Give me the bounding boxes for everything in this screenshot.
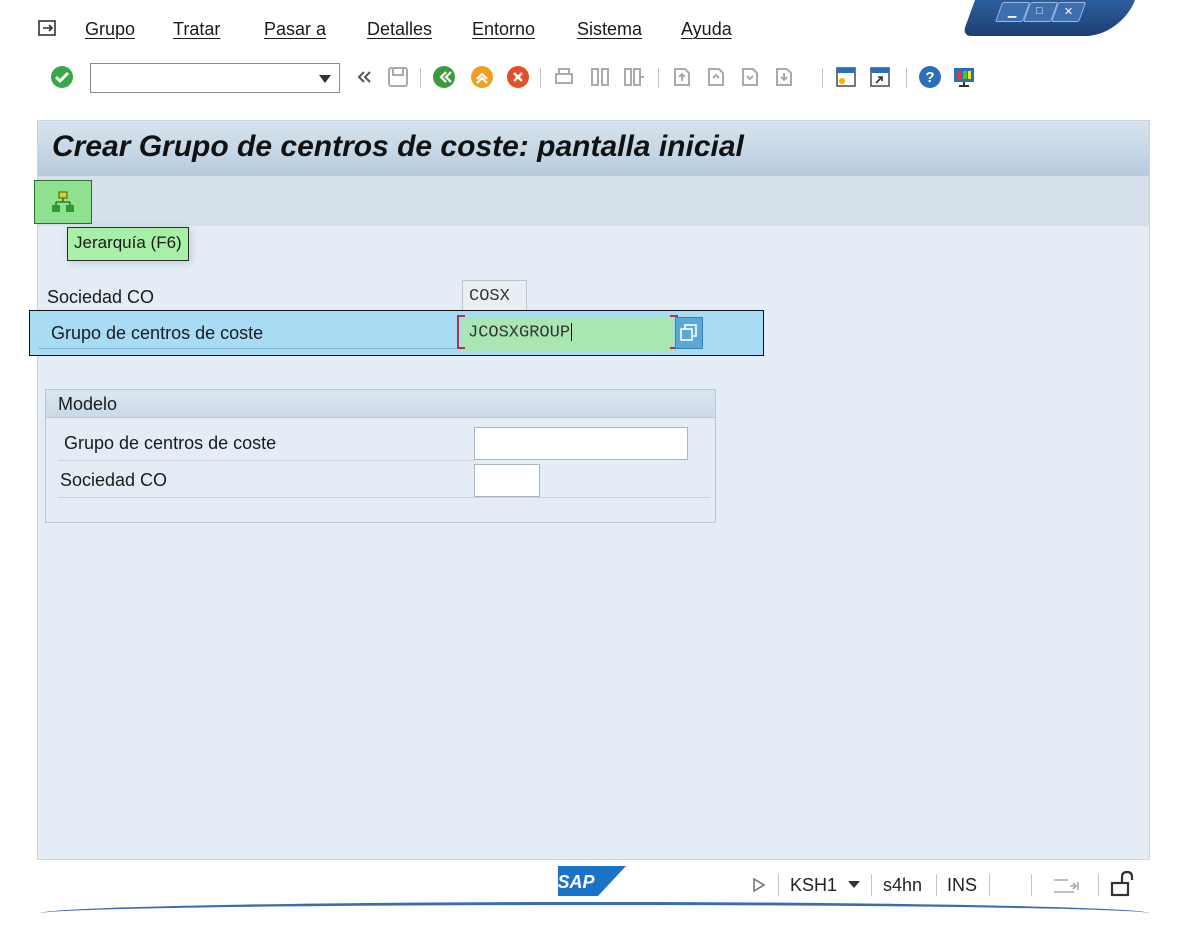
modelo-group: Modelo Grupo de centros de coste Socieda… <box>45 389 716 523</box>
create-session-icon[interactable] <box>834 65 858 89</box>
transaction-code: KSH1 <box>790 875 838 895</box>
unlock-icon[interactable] <box>1110 870 1136 898</box>
enter-icon[interactable] <box>50 65 74 89</box>
svg-text:SAP: SAP <box>558 872 595 892</box>
hierarchy-tooltip: Jerarquía (F6) <box>67 227 189 261</box>
help-icon[interactable]: ? <box>918 65 942 89</box>
command-field[interactable] <box>90 63 340 93</box>
menu-pasar-a[interactable]: Pasar a <box>264 19 326 40</box>
menu-ayuda[interactable]: Ayuda <box>681 19 732 40</box>
sociedad-co-field: COSX <box>462 280 527 312</box>
sociedad-co-label: Sociedad CO <box>47 287 155 307</box>
grupo-label: Grupo de centros de coste <box>51 323 264 343</box>
main-screen: Crear Grupo de centros de coste: pantall… <box>29 120 1150 860</box>
application-toolbar <box>34 176 1149 226</box>
copy-icon <box>680 324 697 341</box>
value-help-button[interactable] <box>675 317 703 349</box>
modelo-sociedad-input[interactable] <box>474 464 540 497</box>
save-icon[interactable] <box>386 65 410 89</box>
modelo-grupo-label: Grupo de centros de coste <box>64 433 277 453</box>
page-title: Crear Grupo de centros de coste: pantall… <box>52 130 744 163</box>
chevron-down-icon[interactable] <box>319 75 331 83</box>
hierarchy-button[interactable] <box>34 180 92 224</box>
sap-logo: SAP <box>558 866 626 896</box>
menu-detalles[interactable]: Detalles <box>367 19 432 40</box>
print-icon[interactable] <box>552 65 576 89</box>
exit-icon[interactable] <box>470 65 494 89</box>
menu-icon[interactable] <box>38 20 58 38</box>
modelo-title: Modelo <box>58 394 118 414</box>
grupo-centros-input[interactable]: JCOSXGROUP <box>462 317 673 351</box>
svg-text:?: ? <box>925 69 934 86</box>
insert-mode: INS <box>947 875 978 895</box>
back-icon[interactable] <box>432 65 456 89</box>
menu-grupo[interactable]: Grupo <box>85 19 135 40</box>
next-page-icon[interactable] <box>738 65 762 89</box>
window-controls: ▁ □ ✕ <box>961 0 1135 36</box>
menu-sistema[interactable]: Sistema <box>577 19 642 40</box>
menu-tratar[interactable]: Tratar <box>173 19 220 40</box>
title-bar: Crear Grupo de centros de coste: pantall… <box>38 121 1149 176</box>
back-double-icon[interactable] <box>352 65 376 89</box>
tab-icon[interactable] <box>1052 876 1080 896</box>
close-window-button[interactable]: ✕ <box>1050 2 1087 22</box>
expand-status-icon[interactable] <box>752 877 766 893</box>
menu-entorno[interactable]: Entorno <box>472 19 535 40</box>
modelo-grupo-input[interactable] <box>474 427 688 460</box>
prev-page-icon[interactable] <box>704 65 728 89</box>
shortcut-icon[interactable] <box>868 65 892 89</box>
system-name: s4hn <box>883 875 923 895</box>
cancel-icon[interactable] <box>506 65 530 89</box>
modelo-sociedad-label: Sociedad CO <box>60 470 168 490</box>
last-page-icon[interactable] <box>772 65 796 89</box>
command-input[interactable] <box>95 64 309 92</box>
modelo-header: Modelo <box>46 390 715 418</box>
chevron-down-icon[interactable] <box>848 881 860 888</box>
hierarchy-icon <box>52 191 74 212</box>
find-next-icon[interactable] <box>622 65 646 89</box>
find-icon[interactable] <box>588 65 612 89</box>
customize-layout-icon[interactable] <box>952 65 976 89</box>
first-page-icon[interactable] <box>670 65 694 89</box>
